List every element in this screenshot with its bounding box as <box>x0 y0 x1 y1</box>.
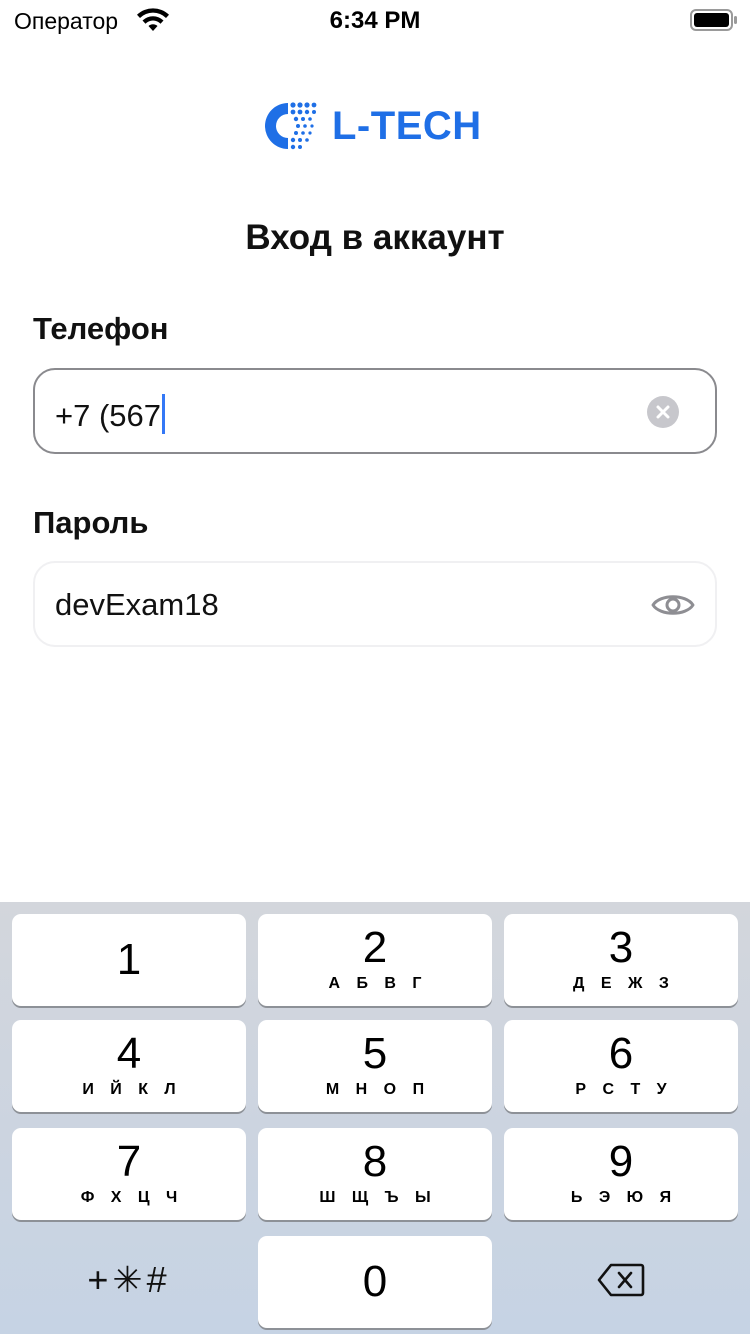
text-cursor <box>162 394 166 434</box>
key-digit: 8 <box>362 1137 388 1186</box>
backspace-icon <box>597 1263 645 1297</box>
symbols-label: +✳# <box>87 1259 171 1300</box>
key-9[interactable]: 9 Ь Э Ю Я <box>504 1128 738 1220</box>
key-digit: 3 <box>608 923 634 972</box>
l-tech-logo-icon <box>265 102 317 150</box>
key-digit: 1 <box>116 935 142 984</box>
key-letters: Ш Щ Ъ Ы <box>319 1189 437 1206</box>
key-letters: И Й К Л <box>82 1081 182 1098</box>
password-value: devExam18 <box>55 587 219 622</box>
key-digit: 0 <box>362 1257 388 1306</box>
phone-input[interactable]: +7 (567 <box>33 368 717 454</box>
key-1[interactable]: 1 <box>12 914 246 1006</box>
delete-key[interactable] <box>504 1234 738 1326</box>
password-label: Пароль <box>33 505 149 540</box>
eye-icon[interactable] <box>651 589 695 621</box>
key-letters: Д Е Ж З <box>573 975 675 992</box>
app-logo: L-TECH <box>262 100 482 152</box>
battery-icon <box>690 9 737 31</box>
phone-value-text: +7 (567 <box>55 398 162 433</box>
key-4[interactable]: 4 И Й К Л <box>12 1020 246 1112</box>
password-input[interactable]: devExam18 <box>33 561 717 647</box>
page-title: Вход в аккаунт <box>245 218 505 257</box>
key-0[interactable]: 0 <box>258 1236 492 1328</box>
key-letters: Ь Э Ю Я <box>570 1189 678 1206</box>
symbols-key[interactable]: +✳# <box>12 1234 246 1326</box>
numeric-keypad: 1 2 А Б В Г 3 Д Е Ж З 4 И Й К Л 5 М Н О … <box>0 902 750 1334</box>
key-digit: 4 <box>116 1029 142 1078</box>
clear-circle-icon <box>656 405 670 419</box>
status-time: 6:34 PM <box>329 7 421 34</box>
key-letters: Ф Х Ц Ч <box>80 1189 184 1206</box>
phone-value: +7 (567 <box>55 394 166 434</box>
key-digit: 2 <box>362 923 388 972</box>
key-6[interactable]: 6 Р С Т У <box>504 1020 738 1112</box>
key-digit: 6 <box>608 1029 634 1078</box>
key-digit: 5 <box>362 1029 388 1078</box>
logo-text: L-TECH <box>332 104 482 148</box>
key-letters: Р С Т У <box>575 1081 673 1098</box>
clear-phone-button[interactable] <box>647 396 679 428</box>
key-2[interactable]: 2 А Б В Г <box>258 914 492 1006</box>
key-digit: 9 <box>608 1137 634 1186</box>
key-digit: 7 <box>116 1137 142 1186</box>
key-letters: М Н О П <box>325 1081 431 1098</box>
key-7[interactable]: 7 Ф Х Ц Ч <box>12 1128 246 1220</box>
key-5[interactable]: 5 М Н О П <box>258 1020 492 1112</box>
status-bar: Оператор 6:34 PM <box>0 0 750 42</box>
key-3[interactable]: 3 Д Е Ж З <box>504 914 738 1006</box>
key-letters: А Б В Г <box>328 975 428 992</box>
key-8[interactable]: 8 Ш Щ Ъ Ы <box>258 1128 492 1220</box>
phone-label: Телефон <box>33 311 169 346</box>
